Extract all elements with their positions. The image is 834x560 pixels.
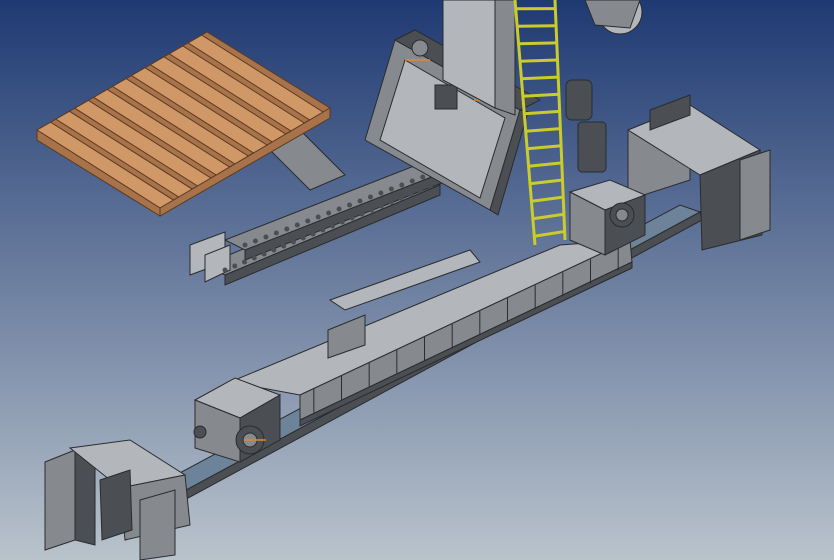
ladder-rung <box>517 24 557 28</box>
roller <box>330 223 335 229</box>
roller <box>378 190 384 196</box>
ladder-rung <box>522 92 560 98</box>
roller <box>242 259 248 265</box>
roller <box>420 174 426 180</box>
roller <box>399 182 405 188</box>
ladder-rung <box>519 58 558 63</box>
roller <box>398 195 404 201</box>
roller <box>263 234 269 240</box>
roller <box>326 210 332 216</box>
roller <box>320 227 326 233</box>
roller <box>357 198 363 204</box>
roller <box>427 183 433 189</box>
roller <box>367 194 373 200</box>
ladder-rung <box>518 41 557 46</box>
roller <box>300 235 306 241</box>
roller <box>388 186 394 192</box>
ladder-rung <box>521 75 559 81</box>
roller <box>339 219 345 225</box>
roller <box>251 255 257 261</box>
roller <box>369 207 375 213</box>
roller <box>349 215 355 221</box>
roller <box>281 243 287 249</box>
roller <box>242 242 248 248</box>
cad-viewport[interactable] <box>0 0 834 560</box>
roller <box>261 251 267 257</box>
roller <box>315 214 321 220</box>
roller <box>273 230 279 236</box>
roller <box>284 226 290 232</box>
roller <box>336 206 342 212</box>
roller <box>388 199 394 205</box>
roller <box>305 218 311 224</box>
roller <box>409 178 415 184</box>
roller <box>290 239 296 245</box>
roller <box>417 187 423 193</box>
roller <box>310 231 316 237</box>
roller <box>252 238 258 244</box>
roller <box>359 211 365 217</box>
roller <box>408 191 414 197</box>
roller <box>232 263 238 269</box>
cad-model-render[interactable] <box>0 0 834 560</box>
roller <box>222 267 228 273</box>
roller <box>294 222 300 228</box>
roller <box>378 203 384 209</box>
roller <box>271 247 277 253</box>
roller <box>347 202 353 208</box>
